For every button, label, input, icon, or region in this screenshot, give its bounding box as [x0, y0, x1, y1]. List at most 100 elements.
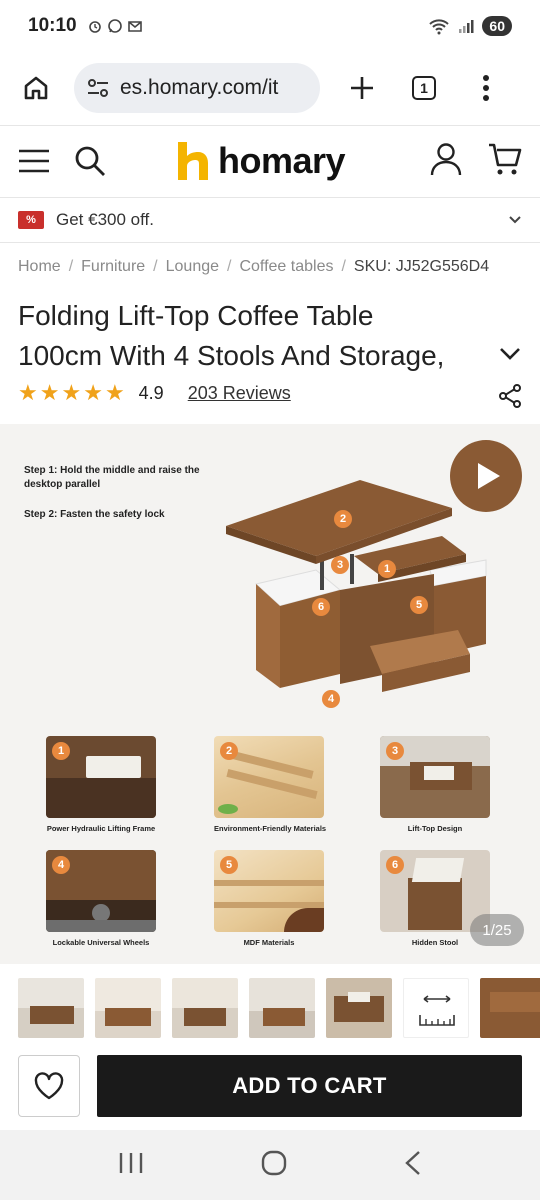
star-icon: ★ — [18, 380, 38, 405]
feature-number-badge: 5 — [220, 856, 238, 874]
product-title-line-2: 100cm With 4 Stools And Storage, — [18, 340, 445, 371]
homary-logo-mark — [174, 140, 210, 182]
tab-count: 1 — [412, 76, 436, 100]
battery-indicator: 60 — [482, 16, 512, 36]
star-icon: ★ — [61, 380, 82, 405]
breadcrumb-furniture[interactable]: Furniture — [81, 258, 145, 275]
reviews-link[interactable]: 203 Reviews — [188, 383, 291, 404]
menu-button[interactable] — [18, 144, 52, 178]
breadcrumb-lounge[interactable]: Lounge — [166, 258, 219, 275]
homary-logo[interactable]: homary — [174, 140, 346, 182]
notification-icons — [87, 18, 143, 34]
home-circle-icon — [261, 1150, 287, 1175]
breadcrumb: Home / Furniture / Lounge / Coffee tables / SKU:… — [18, 258, 540, 276]
feature-tile: 1 Power Hydraulic Lifting Frame — [46, 736, 156, 833]
user-icon — [430, 142, 462, 175]
site-settings-icon[interactable] — [86, 77, 110, 99]
ruler-icon — [419, 995, 455, 1026]
feature-number-badge: 1 — [52, 742, 70, 760]
home-nav-button[interactable] — [261, 1150, 287, 1181]
chevron-down-icon — [509, 216, 521, 224]
feature-caption: Power Hydraulic Lifting Frame — [46, 824, 156, 833]
feature-number-badge: 6 — [386, 856, 404, 874]
browser-toolbar: es.homary.com/it 1 — [0, 52, 540, 124]
star-icon: ★ — [83, 380, 103, 405]
thumbnail[interactable] — [95, 978, 161, 1038]
divider — [0, 242, 540, 243]
signal-icon — [459, 20, 474, 33]
product-title-line-1: Folding Lift-Top Coffee Table — [18, 300, 374, 331]
play-video-button[interactable] — [450, 440, 522, 512]
callout-badge: 3 — [331, 556, 349, 574]
breadcrumb-home[interactable]: Home — [18, 258, 61, 275]
promo-banner[interactable]: % Get €300 off. — [0, 198, 540, 242]
thumbnail[interactable] — [172, 978, 238, 1038]
feature-caption: Lockable Universal Wheels — [52, 938, 150, 947]
thumbnail[interactable] — [326, 978, 392, 1038]
coffee-table-image — [226, 480, 487, 692]
star-rating: ★ ★ ★ ★ ★ — [18, 382, 125, 404]
promo-text: Get €300 off. — [56, 210, 154, 229]
rating-value: 4.9 — [138, 382, 164, 403]
tab-switcher-button[interactable]: 1 — [404, 68, 444, 108]
feature-caption: Environment-Friendly Materials — [214, 824, 327, 833]
feature-caption: Lift-Top Design — [407, 824, 463, 833]
share-icon — [499, 384, 521, 408]
logo-text: homary — [218, 140, 346, 181]
recent-apps-button[interactable] — [118, 1151, 144, 1180]
search-icon — [75, 146, 105, 176]
share-button[interactable] — [498, 384, 522, 413]
star-icon: ★ — [104, 380, 125, 405]
breadcrumb-separator: / — [153, 258, 158, 275]
new-tab-button[interactable] — [342, 68, 382, 108]
callout-badge: 1 — [378, 560, 396, 578]
feature-tile: 2 Environment-Friendly Materials — [214, 736, 327, 833]
callout-badge: 5 — [410, 596, 428, 614]
status-bar: 10:10 60 — [0, 0, 540, 52]
breadcrumb-coffee-tables[interactable]: Coffee tables — [239, 258, 333, 275]
heart-icon — [34, 1072, 64, 1100]
add-to-cart-button[interactable]: ADD TO CART — [96, 1055, 522, 1117]
gmail-icon — [127, 21, 142, 32]
chevron-down-icon — [500, 348, 520, 360]
thumbnail[interactable] — [18, 978, 84, 1038]
feature-tile: 5 MDF Materials — [214, 850, 324, 947]
thumbnail[interactable] — [480, 978, 540, 1038]
dimensions-thumbnail[interactable] — [403, 978, 469, 1038]
account-button[interactable] — [430, 142, 462, 181]
recents-icon — [120, 1152, 143, 1173]
thumbnail-strip — [0, 978, 540, 1042]
discount-tag-icon: % — [18, 211, 44, 229]
wishlist-button[interactable] — [18, 1055, 80, 1117]
assembly-steps: Step 1: Hold the middle and raise the de… — [24, 464, 224, 538]
cart-button[interactable] — [488, 142, 522, 181]
more-vert-icon — [483, 75, 489, 101]
callout-badge: 2 — [334, 510, 352, 528]
search-button[interactable] — [74, 144, 108, 178]
back-button[interactable] — [404, 1150, 422, 1181]
browser-menu-button[interactable] — [466, 68, 506, 108]
step-1-text: Step 1: Hold the middle and raise the de… — [24, 465, 200, 490]
browser-home-button[interactable] — [16, 68, 56, 108]
product-sku: SKU: JJ52G556D4 — [353, 258, 490, 275]
thumbnail[interactable] — [249, 978, 315, 1038]
system-nav-bar — [0, 1130, 540, 1200]
play-icon — [478, 463, 500, 489]
breadcrumb-separator: / — [341, 258, 346, 275]
feature-tile: 3 Lift-Top Design — [380, 736, 490, 833]
cart-icon — [489, 143, 522, 174]
product-title: Folding Lift-Top Coffee Table 100cm With… — [18, 296, 488, 376]
step-2-text: Step 2: Fasten the safety lock — [24, 509, 165, 520]
back-icon — [404, 1150, 420, 1175]
address-bar[interactable]: es.homary.com/it — [74, 63, 320, 113]
expand-title-button[interactable] — [498, 346, 522, 367]
product-image-gallery[interactable]: Step 1: Hold the middle and raise the de… — [0, 424, 540, 964]
feature-tile: 4 Lockable Universal Wheels — [46, 850, 156, 947]
whatsapp-icon — [107, 19, 122, 33]
home-icon — [24, 76, 48, 100]
plus-icon — [351, 77, 373, 99]
hamburger-icon — [19, 149, 49, 173]
status-time: 10:10 — [28, 15, 77, 36]
alarm-icon — [88, 21, 101, 33]
feature-number-badge: 2 — [220, 742, 238, 760]
